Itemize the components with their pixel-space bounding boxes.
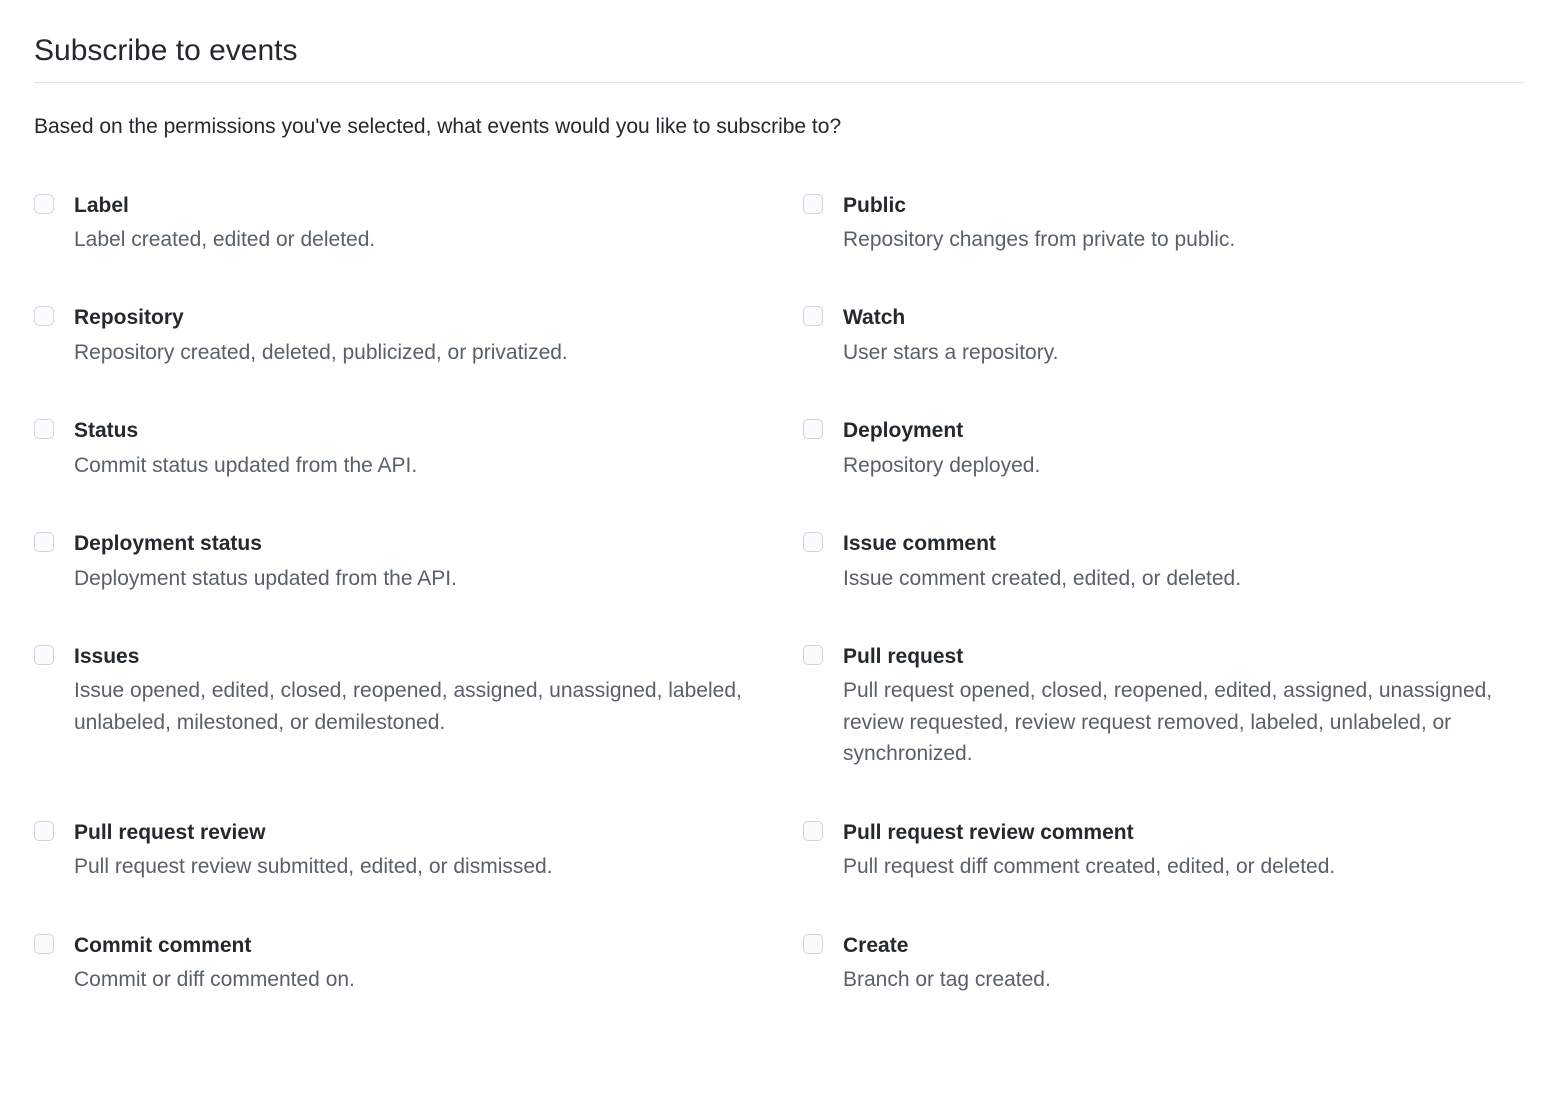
event-desc: User stars a repository. xyxy=(843,337,1524,369)
event-checkbox-commit-comment[interactable] xyxy=(34,934,54,954)
event-checkbox-deployment[interactable] xyxy=(803,419,823,439)
event-desc: Commit status updated from the API. xyxy=(74,450,755,482)
event-desc: Pull request diff comment created, edite… xyxy=(843,851,1524,883)
event-checkbox-issue-comment[interactable] xyxy=(803,532,823,552)
event-title: Deployment status xyxy=(74,529,755,558)
event-title: Deployment xyxy=(843,416,1524,445)
event-desc: Pull request review submitted, edited, o… xyxy=(74,851,755,883)
event-desc: Issue opened, edited, closed, reopened, … xyxy=(74,675,755,738)
event-desc: Issue comment created, edited, or delete… xyxy=(843,563,1524,595)
event-deployment-status: Deployment status Deployment status upda… xyxy=(34,529,755,594)
event-watch: Watch User stars a repository. xyxy=(803,303,1524,368)
event-desc: Pull request opened, closed, reopened, e… xyxy=(843,675,1524,770)
event-desc: Deployment status updated from the API. xyxy=(74,563,755,595)
events-grid: Label Label created, edited or deleted. … xyxy=(34,191,1524,996)
event-status: Status Commit status updated from the AP… xyxy=(34,416,755,481)
event-label: Label Label created, edited or deleted. xyxy=(34,191,755,256)
event-content: Issue comment Issue comment created, edi… xyxy=(843,529,1524,594)
event-content: Deployment status Deployment status upda… xyxy=(74,529,755,594)
event-create: Create Branch or tag created. xyxy=(803,931,1524,996)
event-desc: Repository created, deleted, publicized,… xyxy=(74,337,755,369)
event-title: Issue comment xyxy=(843,529,1524,558)
event-content: Watch User stars a repository. xyxy=(843,303,1524,368)
event-title: Pull request review xyxy=(74,818,755,847)
event-public: Public Repository changes from private t… xyxy=(803,191,1524,256)
event-title: Commit comment xyxy=(74,931,755,960)
event-checkbox-pull-request[interactable] xyxy=(803,645,823,665)
event-checkbox-repository[interactable] xyxy=(34,306,54,326)
event-content: Create Branch or tag created. xyxy=(843,931,1524,996)
event-desc: Commit or diff commented on. xyxy=(74,964,755,996)
event-checkbox-issues[interactable] xyxy=(34,645,54,665)
event-pull-request-review: Pull request review Pull request review … xyxy=(34,818,755,883)
event-title: Status xyxy=(74,416,755,445)
event-checkbox-watch[interactable] xyxy=(803,306,823,326)
event-checkbox-label[interactable] xyxy=(34,194,54,214)
event-desc: Label created, edited or deleted. xyxy=(74,224,755,256)
event-title: Issues xyxy=(74,642,755,671)
event-title: Create xyxy=(843,931,1524,960)
event-checkbox-status[interactable] xyxy=(34,419,54,439)
section-description: Based on the permissions you've selected… xyxy=(34,111,1524,143)
event-content: Label Label created, edited or deleted. xyxy=(74,191,755,256)
event-title: Repository xyxy=(74,303,755,332)
event-pull-request-review-comment: Pull request review comment Pull request… xyxy=(803,818,1524,883)
event-checkbox-create[interactable] xyxy=(803,934,823,954)
event-issue-comment: Issue comment Issue comment created, edi… xyxy=(803,529,1524,594)
event-checkbox-pull-request-review-comment[interactable] xyxy=(803,821,823,841)
event-title: Pull request review comment xyxy=(843,818,1524,847)
event-title: Public xyxy=(843,191,1524,220)
event-commit-comment: Commit comment Commit or diff commented … xyxy=(34,931,755,996)
event-title: Pull request xyxy=(843,642,1524,671)
event-desc: Branch or tag created. xyxy=(843,964,1524,996)
event-desc: Repository changes from private to publi… xyxy=(843,224,1524,256)
event-repository: Repository Repository created, deleted, … xyxy=(34,303,755,368)
section-divider xyxy=(34,82,1524,83)
event-content: Pull request review comment Pull request… xyxy=(843,818,1524,883)
event-content: Commit comment Commit or diff commented … xyxy=(74,931,755,996)
event-pull-request: Pull request Pull request opened, closed… xyxy=(803,642,1524,770)
event-content: Pull request review Pull request review … xyxy=(74,818,755,883)
event-checkbox-deployment-status[interactable] xyxy=(34,532,54,552)
event-issues: Issues Issue opened, edited, closed, reo… xyxy=(34,642,755,770)
event-content: Repository Repository created, deleted, … xyxy=(74,303,755,368)
event-content: Issues Issue opened, edited, closed, reo… xyxy=(74,642,755,738)
event-content: Public Repository changes from private t… xyxy=(843,191,1524,256)
event-content: Status Commit status updated from the AP… xyxy=(74,416,755,481)
event-content: Deployment Repository deployed. xyxy=(843,416,1524,481)
event-title: Label xyxy=(74,191,755,220)
event-deployment: Deployment Repository deployed. xyxy=(803,416,1524,481)
event-desc: Repository deployed. xyxy=(843,450,1524,482)
event-content: Pull request Pull request opened, closed… xyxy=(843,642,1524,770)
event-checkbox-public[interactable] xyxy=(803,194,823,214)
event-title: Watch xyxy=(843,303,1524,332)
section-title: Subscribe to events xyxy=(34,34,1524,68)
event-checkbox-pull-request-review[interactable] xyxy=(34,821,54,841)
